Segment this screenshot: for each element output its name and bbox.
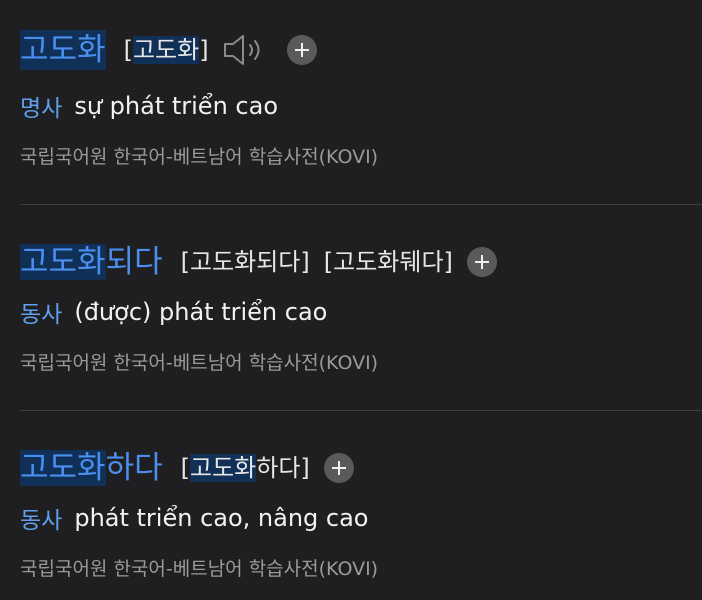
part-of-speech: 동사 xyxy=(20,508,63,534)
entry-headline: 고도화 [고도화] xyxy=(20,30,317,70)
entry-headline: 고도화하다 [고도화하다] xyxy=(20,448,354,488)
headword[interactable]: 고도화하다 xyxy=(20,448,163,488)
add-to-wordbook-button[interactable] xyxy=(323,453,354,483)
meaning: sự phát triển cao xyxy=(74,92,278,120)
pronunciation: [고도화] xyxy=(123,36,209,64)
speaker-icon[interactable] xyxy=(221,30,265,70)
definition-line: 동사 (được) phát triển cao xyxy=(20,294,327,330)
source-label[interactable]: 국립국어원 한국어-베트남어 학습사전(KOVI) xyxy=(20,556,378,582)
definition-line: 동사 phát triển cao, nâng cao xyxy=(20,500,369,536)
source-label[interactable]: 국립국어원 한국어-베트남어 학습사전(KOVI) xyxy=(20,144,378,170)
part-of-speech: 동사 xyxy=(20,302,63,328)
add-to-wordbook-button[interactable] xyxy=(286,35,317,65)
entry-headline: 고도화되다 [고도화되다] [고도화뒈다] xyxy=(20,242,497,282)
headword[interactable]: 고도화 xyxy=(20,30,106,70)
part-of-speech: 명사 xyxy=(20,96,63,122)
headword[interactable]: 고도화되다 xyxy=(20,242,163,282)
pronunciation: [고도화되다] xyxy=(180,248,310,276)
definition-line: 명사 sự phát triển cao xyxy=(20,88,278,124)
meaning: (được) phát triển cao xyxy=(74,298,328,326)
pronunciation-alt: [고도화뒈다] xyxy=(323,248,453,276)
divider xyxy=(20,410,702,411)
add-to-wordbook-button[interactable] xyxy=(466,247,497,277)
pronunciation: [고도화하다] xyxy=(180,454,310,482)
meaning: phát triển cao, nâng cao xyxy=(74,504,369,532)
source-label[interactable]: 국립국어원 한국어-베트남어 학습사전(KOVI) xyxy=(20,350,378,376)
divider xyxy=(20,204,702,205)
